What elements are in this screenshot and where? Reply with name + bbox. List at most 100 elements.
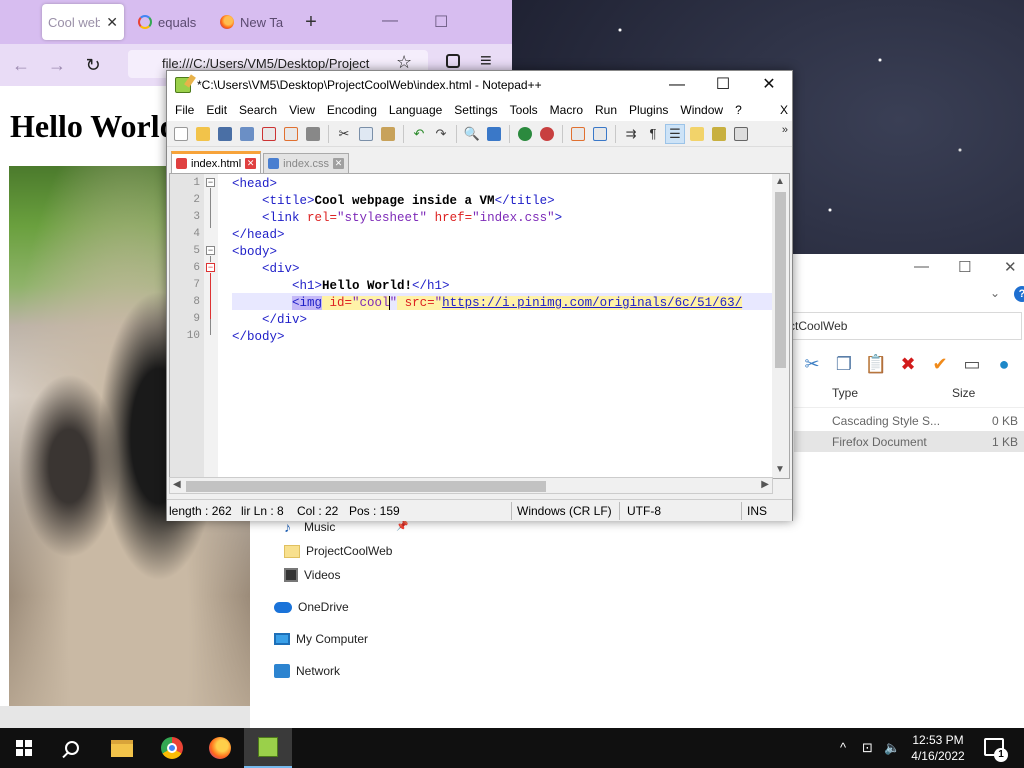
taskbar-notepadpp[interactable] [244,728,292,768]
open-file-icon[interactable] [193,124,213,144]
properties-icon[interactable]: ▭ [960,352,984,376]
scroll-right-icon[interactable]: ▶ [761,479,769,490]
menu-language[interactable]: Language [383,103,448,117]
scroll-left-icon[interactable]: ◀ [173,479,181,490]
minimize-button[interactable]: — [654,71,700,99]
status-insert-mode[interactable]: INS [747,504,767,518]
menu-encoding[interactable]: Encoding [321,103,383,117]
reload-button[interactable]: ↻ [82,55,104,76]
taskbar-chrome[interactable] [148,728,196,768]
redo-icon[interactable]: ↷ [431,124,451,144]
help-icon[interactable]: ? [1014,286,1024,302]
show-all-chars-icon[interactable]: ¶ [643,124,663,144]
paste-icon[interactable]: 📋 [864,352,888,376]
page-scrollbar[interactable] [0,706,250,728]
toolbar-overflow-icon[interactable]: » [782,124,788,136]
find-icon[interactable]: 🔍 [462,124,482,144]
start-button[interactable] [0,728,48,768]
minimize-icon[interactable]: — [382,12,398,30]
menu-file[interactable]: File [169,103,200,117]
cut-icon[interactable]: ✂ [800,352,824,376]
network-tray-icon[interactable]: ⊡ [862,740,873,756]
maximize-button[interactable]: ☐ [700,71,746,99]
status-encoding[interactable]: UTF-8 [627,504,661,518]
close-button[interactable]: ✕ [746,71,792,99]
file-row[interactable]: Firefox Document 1 KB [794,431,1024,452]
file-row[interactable]: Cascading Style S... 0 KB [794,410,1024,431]
fold-toggle-icon[interactable]: − [206,246,215,255]
fold-toggle-icon[interactable]: − [206,178,215,187]
menu-tools[interactable]: Tools [504,103,544,117]
copy-icon[interactable] [356,124,376,144]
menu-edit[interactable]: Edit [200,103,233,117]
nav-item-network[interactable]: Network [274,660,340,682]
maximize-icon[interactable]: ☐ [434,12,448,32]
nav-item-my-computer[interactable]: My Computer [274,628,368,650]
paste-icon[interactable] [378,124,398,144]
status-eol[interactable]: Windows (CR LF) [517,504,612,518]
close-document-button[interactable]: X [780,103,788,117]
zoom-out-icon[interactable] [537,124,557,144]
word-wrap-icon[interactable]: ⇉ [621,124,641,144]
close-all-icon[interactable] [281,124,301,144]
new-file-icon[interactable] [171,124,191,144]
scroll-thumb[interactable] [775,192,786,368]
function-list-icon[interactable] [731,124,751,144]
search-button[interactable] [48,728,96,768]
scroll-thumb[interactable] [186,481,546,492]
doc-map-icon[interactable] [709,124,729,144]
tab-index-css[interactable]: index.css ✕ [263,153,349,173]
column-size[interactable]: Size [952,386,975,400]
tab-index-html[interactable]: index.html ✕ [171,151,262,173]
copy-icon[interactable]: ❐ [832,352,856,376]
menu-view[interactable]: View [283,103,321,117]
menu-run[interactable]: Run [589,103,623,117]
explorer-maximize-icon[interactable]: ☐ [958,258,971,276]
fold-toggle-icon[interactable]: − [206,263,215,272]
undo-icon[interactable]: ↶ [409,124,429,144]
delete-icon[interactable]: ✖ [896,352,920,376]
nav-item-videos[interactable]: Videos [284,564,340,586]
menu-search[interactable]: Search [233,103,283,117]
explorer-minimize-icon[interactable]: — [914,258,929,275]
menu-window[interactable]: Window [674,103,729,117]
taskbar-file-explorer[interactable] [98,728,146,768]
explorer-close-icon[interactable]: ✕ [1004,258,1017,276]
notepadpp-title-bar[interactable]: *C:\Users\VM5\Desktop\ProjectCoolWeb\ind… [167,71,792,99]
vertical-scrollbar[interactable]: ▲ ▼ [772,174,789,478]
new-tab-button[interactable]: + [296,11,326,34]
nav-item-projectcoolweb[interactable]: ProjectCoolWeb [284,540,392,562]
firefox-tab-equals[interactable]: equals [132,4,214,40]
udl-icon[interactable] [687,124,707,144]
horizontal-scrollbar[interactable]: ◀ ▶ [169,477,773,494]
menu-plugins[interactable]: Plugins [623,103,674,117]
scroll-up-icon[interactable]: ▲ [775,176,785,187]
save-icon[interactable] [215,124,235,144]
column-type[interactable]: Type [832,386,858,400]
address-bar[interactable]: ctCoolWeb [780,312,1022,340]
volume-icon[interactable]: 🔈 [884,740,900,756]
firefox-tab-new-tab[interactable]: New Ta [214,4,296,40]
tray-chevron-icon[interactable]: ^ [840,740,846,755]
save-all-icon[interactable] [237,124,257,144]
replace-icon[interactable] [484,124,504,144]
ribbon-expand-icon[interactable]: ⌄ [990,286,1000,300]
sync-vertical-icon[interactable] [568,124,588,144]
taskbar-firefox[interactable] [196,728,244,768]
clock[interactable]: 12:53 PM 4/16/2022 [906,732,970,764]
indent-guide-icon[interactable]: ☰ [665,123,685,144]
close-file-icon[interactable] [259,124,279,144]
rename-check-icon[interactable]: ✔ [928,352,952,376]
back-button[interactable]: ← [10,55,32,76]
forward-button[interactable]: → [46,55,68,76]
zoom-in-icon[interactable] [515,124,535,144]
globe-icon[interactable]: ● [992,352,1016,376]
close-tab-icon[interactable]: ✕ [106,14,118,31]
menu-settings[interactable]: Settings [448,103,503,117]
firefox-tab-cool-web[interactable]: Cool web ✕ [42,4,124,40]
code-editor[interactable]: 1 2 3 4 5 6 7 8 9 10 − − − <head> <title… [169,173,790,479]
close-tab-icon[interactable]: ✕ [333,158,344,169]
menu-help[interactable]: ? [729,103,748,117]
print-icon[interactable] [303,124,323,144]
pocket-icon[interactable] [446,54,460,68]
